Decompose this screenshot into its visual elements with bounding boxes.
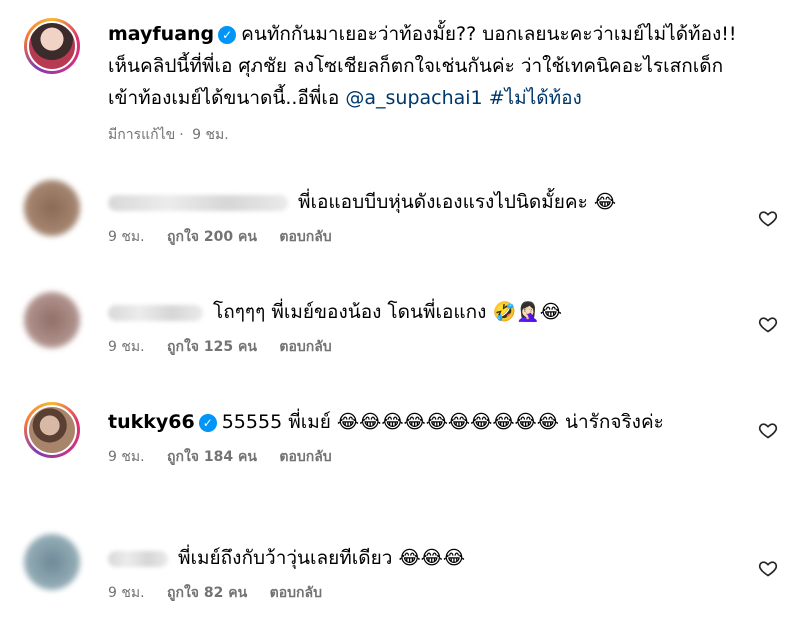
avatar-blurred bbox=[24, 292, 80, 348]
heart-outline-icon[interactable] bbox=[758, 208, 778, 228]
verified-badge-icon: ✓ bbox=[198, 414, 217, 432]
comment-item: โถๆๆๆ พี่เมย์ของน้อง โดนพี่เอแกง 🤣🤦🏻‍♀️😂… bbox=[0, 290, 800, 380]
avatar-tukky66[interactable] bbox=[24, 402, 80, 458]
avatar-blurred bbox=[24, 180, 80, 236]
edited-label: มีการแก้ไข bbox=[108, 127, 176, 143]
username-blurred bbox=[108, 194, 288, 211]
comment-likes[interactable]: ถูกใจ 82 คน bbox=[167, 585, 247, 601]
comment-username[interactable]: tukky66 bbox=[108, 411, 195, 433]
comment-likes[interactable]: ถูกใจ 200 คน bbox=[167, 229, 257, 245]
comment-text: 55555 พี่เมย์ 😂😂😂😂😂😂😂😂😂😂 น่ารักจริงค่ะ bbox=[221, 411, 664, 433]
comment-time: 9 ชม. bbox=[108, 229, 145, 245]
reply-button[interactable]: ตอบกลับ bbox=[279, 229, 331, 245]
avatar-blurred bbox=[24, 534, 80, 590]
comment-item: พี่เอแอบบีบหุ่นดังเองแรงไปนิดมั้ยคะ 😂 9 … bbox=[0, 180, 800, 270]
heart-outline-icon[interactable] bbox=[758, 558, 778, 578]
comment-time: 9 ชม. bbox=[108, 585, 145, 601]
hashtag-link[interactable]: #ไม่ได้ท้อง bbox=[489, 87, 582, 109]
comment-likes[interactable]: ถูกใจ 125 คน bbox=[167, 339, 257, 355]
heart-outline-icon[interactable] bbox=[758, 314, 778, 334]
reply-button[interactable]: ตอบกลับ bbox=[279, 339, 331, 355]
username-blurred bbox=[108, 304, 203, 321]
post-caption-block: mayfuang ✓ คนทักกันมาเยอะว่าท้องมั้ย?? บอก… bbox=[0, 18, 800, 158]
reply-button[interactable]: ตอบกลับ bbox=[279, 449, 331, 465]
comment-likes[interactable]: ถูกใจ 184 คน bbox=[167, 449, 257, 465]
comment-text: พี่เมย์ถึงกับว้าวุ่นเลยทีเดียว 😂😂😂 bbox=[178, 547, 466, 569]
username-blurred bbox=[108, 550, 168, 567]
comment-time: 9 ชม. bbox=[108, 339, 145, 355]
comment-item: tukky66 ✓ 55555 พี่เมย์ 😂😂😂😂😂😂😂😂😂😂 น่ารักจ… bbox=[0, 400, 800, 510]
avatar-mayfuang[interactable] bbox=[24, 18, 80, 74]
comment-text: โถๆๆๆ พี่เมย์ของน้อง โดนพี่เอแกง 🤣🤦🏻‍♀️😂 bbox=[213, 301, 562, 323]
post-time: 9 ชม. bbox=[192, 127, 229, 143]
reply-button[interactable]: ตอบกลับ bbox=[270, 585, 322, 601]
post-username[interactable]: mayfuang bbox=[108, 23, 214, 45]
comment-item: พี่เมย์ถึงกับว้าวุ่นเลยทีเดียว 😂😂😂 9 ชม.… bbox=[0, 530, 800, 630]
comment-text: พี่เอแอบบีบหุ่นดังเองแรงไปนิดมั้ยคะ 😂 bbox=[298, 191, 617, 213]
mention-link[interactable]: @a_supachai1 bbox=[345, 87, 482, 109]
heart-outline-icon[interactable] bbox=[758, 420, 778, 440]
comment-time: 9 ชม. bbox=[108, 449, 145, 465]
verified-badge-icon: ✓ bbox=[218, 26, 237, 44]
